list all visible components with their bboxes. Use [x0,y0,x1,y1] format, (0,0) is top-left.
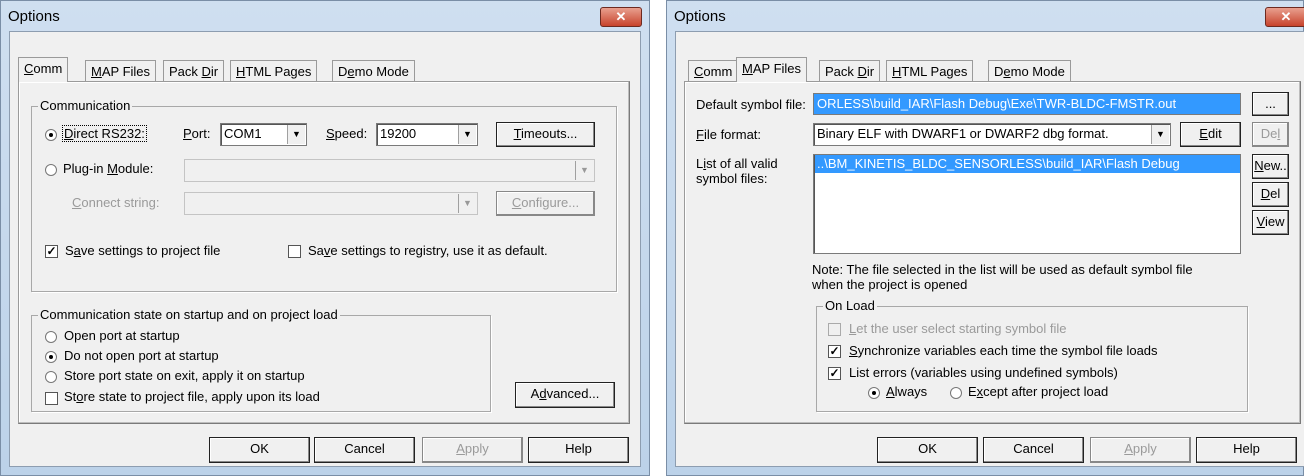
note-line-1: Note: The file selected in the list will… [812,262,1193,277]
list-label-2: symbol files: [696,171,768,186]
ok-button[interactable]: OK [209,437,310,463]
file-format-value: Binary ELF with DWARF1 or DWARF2 dbg for… [817,126,1109,141]
port-label: Port: [183,126,211,141]
default-symbol-value: ORLESS\build_IAR\Flash Debug\Exe\TWR-BLD… [817,96,1177,111]
always-label[interactable]: Always [886,384,927,399]
list-label-1: List of all valid [696,156,778,171]
no-open-radio[interactable] [45,351,57,363]
close-button[interactable]: ✕ [1265,7,1304,27]
communication-group: Communication Direct RS232: Port: COM1 ▼… [31,98,617,292]
save-registry-label[interactable]: Save settings to registry, use it as def… [308,243,548,258]
tab-pack-dir[interactable]: Pack Dir [819,60,881,82]
sync-checkbox[interactable]: ✓ [828,345,841,358]
plugin-module-select[interactable]: ▼ [184,159,595,182]
edit-button[interactable]: Edit [1180,122,1241,147]
cancel-button[interactable]: Cancel [983,437,1084,463]
browse-button[interactable]: ... [1252,92,1289,116]
plugin-module-label[interactable]: Plug-in Module: [63,161,153,176]
group-title: On Load [823,298,877,313]
store-exit-label[interactable]: Store port state on exit, apply it on st… [64,368,305,383]
save-registry-checkbox[interactable] [288,245,301,258]
tab-comm[interactable]: Comm [688,60,739,82]
connect-string-select[interactable]: ▼ [184,192,478,215]
tab-html-pages[interactable]: HTML Pages [230,60,318,82]
title-bar[interactable]: Options ✕ [1,1,649,31]
timeouts-button[interactable]: Timeouts... [496,122,595,147]
file-format-select[interactable]: Binary ELF with DWARF1 or DWARF2 dbg for… [813,123,1171,146]
port-value: COM1 [224,126,262,141]
new-button[interactable]: New.. [1252,154,1289,179]
dialog-title: Options [674,8,726,25]
save-project-checkbox[interactable]: ✓ [45,245,58,258]
store-exit-radio[interactable] [45,371,57,383]
list-item[interactable]: ..\BM_KINETIS_BLDC_SENSORLESS\build_IAR\… [815,155,1240,173]
apply-button[interactable]: Apply [1090,437,1191,463]
symbol-files-list[interactable]: ..\BM_KINETIS_BLDC_SENSORLESS\build_IAR\… [813,154,1241,254]
direct-rs232-label[interactable]: Direct RS232: [62,125,147,142]
always-radio[interactable] [868,387,880,399]
advanced-button[interactable]: Advanced... [515,382,615,408]
chevron-down-icon[interactable]: ▼ [458,194,476,213]
plugin-module-radio[interactable] [45,164,57,176]
tab-html-pages[interactable]: HTML Pages [886,60,974,82]
help-button[interactable]: Help [1196,437,1297,463]
view-button[interactable]: View [1252,210,1289,235]
state-group: Communication state on startup and on pr… [31,307,491,412]
tab-panel: Communication Direct RS232: Port: COM1 ▼… [18,81,630,424]
store-project-label[interactable]: Store state to project file, apply upon … [64,389,320,404]
configure-button[interactable]: Configure... [496,191,595,216]
on-load-group: On Load Let the user select starting sym… [816,298,1248,412]
list-errors-checkbox[interactable]: ✓ [828,367,841,380]
default-symbol-label: Default symbol file: [696,97,806,112]
except-label[interactable]: Except after project load [968,384,1108,399]
except-radio[interactable] [950,387,962,399]
speed-select[interactable]: 19200 ▼ [376,123,478,146]
open-port-label[interactable]: Open port at startup [64,328,180,343]
group-title: Communication state on startup and on pr… [38,307,340,322]
del-format-button[interactable]: Del [1252,122,1289,147]
speed-label: Speed: [326,126,368,141]
sync-label[interactable]: Synchronize variables each time the symb… [849,343,1158,358]
chevron-down-icon[interactable]: ▼ [575,161,593,180]
tab-demo-mode[interactable]: Demo Mode [332,60,415,82]
tab-panel: Default symbol file: ORLESS\build_IAR\Fl… [684,81,1301,424]
default-symbol-input[interactable]: ORLESS\build_IAR\Flash Debug\Exe\TWR-BLD… [813,93,1241,115]
options-dialog-comm: Options ✕ Comm MAP Files Pack Dir HTML P… [0,0,650,476]
list-errors-label[interactable]: List errors (variables using undefined s… [849,365,1118,380]
del-button[interactable]: Del [1252,182,1289,207]
group-title: Communication [38,98,133,113]
list-item-text: ..\BM_KINETIS_BLDC_SENSORLESS\build_IAR\… [817,156,1180,171]
chevron-down-icon[interactable]: ▼ [458,125,476,144]
file-format-label: File format: [696,127,762,142]
tab-comm[interactable]: Comm [18,57,69,82]
help-button[interactable]: Help [528,437,629,463]
note-line-2: when the project is opened [812,277,968,292]
dialog-client: Comm MAP Files Pack Dir HTML Pages Demo … [675,31,1304,467]
let-user-checkbox[interactable] [828,323,841,336]
port-select[interactable]: COM1 ▼ [220,123,307,146]
speed-value: 19200 [380,126,417,141]
tab-map-files[interactable]: MAP Files [85,60,157,82]
open-port-radio[interactable] [45,331,57,343]
ok-button[interactable]: OK [877,437,978,463]
direct-rs232-radio[interactable] [45,129,57,141]
cancel-button[interactable]: Cancel [314,437,415,463]
chevron-down-icon[interactable]: ▼ [287,125,305,144]
no-open-label[interactable]: Do not open port at startup [64,348,219,363]
store-project-checkbox[interactable] [45,392,58,405]
tab-demo-mode[interactable]: Demo Mode [988,60,1071,82]
options-dialog-map-files: Options ✕ Comm MAP Files Pack Dir HTML P… [666,0,1304,476]
let-user-label[interactable]: Let the user select starting symbol file [849,321,1067,336]
title-bar[interactable]: Options ✕ [667,1,1304,31]
dialog-client: Comm MAP Files Pack Dir HTML Pages Demo … [9,31,641,467]
tab-map-files[interactable]: MAP Files [736,57,808,82]
tab-pack-dir[interactable]: Pack Dir [163,60,225,82]
apply-button[interactable]: Apply [422,437,523,463]
connect-string-label: Connect string: [72,195,160,210]
chevron-down-icon[interactable]: ▼ [1151,125,1169,144]
dialog-title: Options [8,8,60,25]
close-button[interactable]: ✕ [600,7,642,27]
save-project-label[interactable]: Save settings to project file [65,243,220,258]
